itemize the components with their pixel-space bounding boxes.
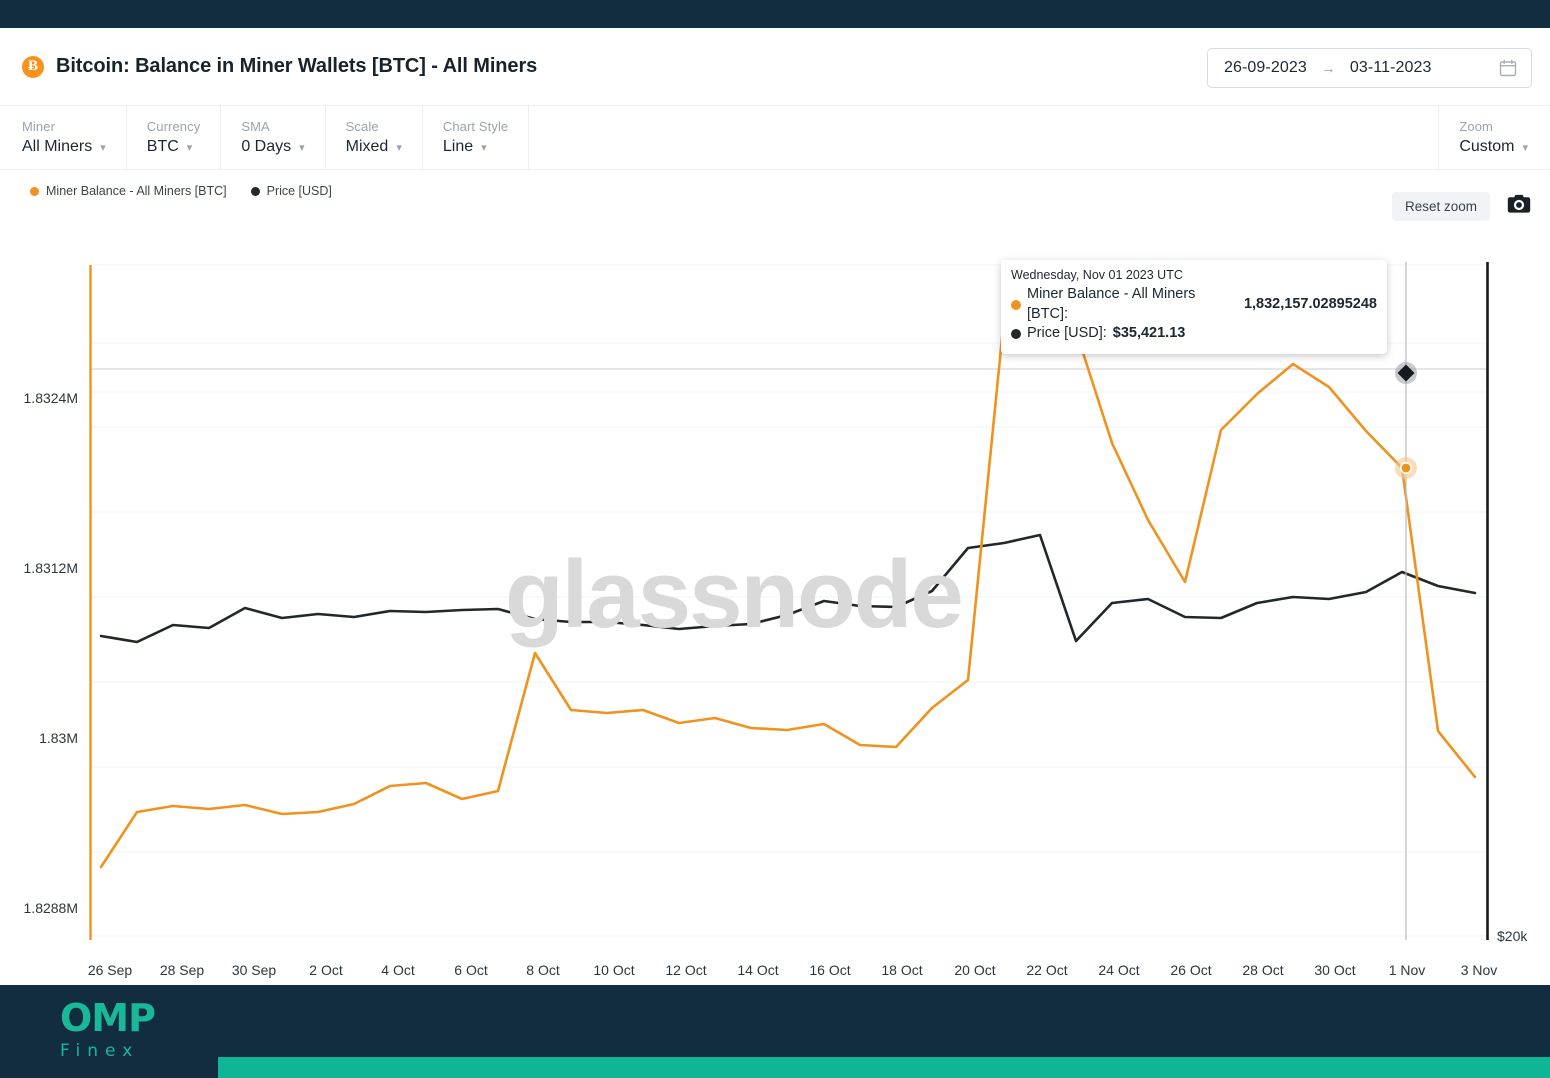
legend-item-miner-balance[interactable]: Miner Balance - All Miners [BTC]: [30, 184, 227, 198]
tooltip-label: Miner Balance - All Miners [BTC]:: [1027, 286, 1196, 322]
tooltip-row-price: Price [USD]: $35,421.13: [1011, 324, 1377, 344]
y-axis-right-tick-label: $20k: [1497, 928, 1528, 944]
logo-secondary-text: Finex: [60, 1041, 140, 1061]
title-group: Ƀ Bitcoin: Balance in Miner Wallets [BTC…: [22, 55, 537, 78]
reset-zoom-button[interactable]: Reset zoom: [1391, 192, 1490, 221]
control-currency-label: Currency: [146, 119, 201, 134]
chevron-down-icon: ▾: [299, 141, 305, 154]
control-sma[interactable]: SMA 0 Days ▾: [221, 106, 326, 169]
y-axis-tick-label: 1.8288M: [23, 900, 78, 916]
bitcoin-icon: Ƀ: [22, 55, 44, 78]
screenshot-button[interactable]: [1506, 192, 1532, 218]
chart-legend: Miner Balance - All Miners [BTC] Price […: [30, 184, 332, 198]
control-currency[interactable]: Currency BTC ▾: [127, 106, 222, 169]
control-zoom[interactable]: Zoom Custom ▾: [1439, 106, 1550, 169]
control-scale-text: Mixed: [345, 138, 389, 155]
chevron-down-icon: ▾: [186, 141, 193, 154]
control-chart-style-value[interactable]: Line ▾: [443, 138, 508, 156]
control-scale[interactable]: Scale Mixed ▾: [326, 106, 423, 169]
legend-label: Price [USD]: [266, 184, 332, 198]
logo-primary-text: OMP: [60, 996, 156, 1040]
tooltip-date: Wednesday, Nov 01 2023 UTC: [1011, 268, 1183, 282]
highlight-marker-price: [1395, 362, 1417, 384]
tooltip-label: Price [USD]:: [1027, 325, 1107, 342]
date-range-arrow-icon: →: [1320, 59, 1336, 77]
legend-toolbar-row: Miner Balance - All Miners [BTC] Price […: [0, 170, 1550, 221]
top-navy-bar: [0, 0, 1550, 28]
control-currency-text: BTC: [146, 138, 179, 155]
app-root: Ƀ Bitcoin: Balance in Miner Wallets [BTC…: [0, 0, 1550, 1078]
legend-label: Miner Balance - All Miners [BTC]: [46, 184, 227, 198]
tooltip-value: 1,832,157.02895248: [1243, 295, 1377, 312]
glassnode-watermark: glassnode: [505, 541, 964, 648]
date-to-value[interactable]: 03-11-2023: [1340, 59, 1442, 77]
legend-color-dot: [250, 186, 260, 196]
controls-spacer: [529, 106, 1440, 169]
control-scale-label: Scale: [345, 119, 379, 134]
legend-color-dot: [30, 186, 39, 196]
date-range-picker[interactable]: 26-09-2023 → 03-11-2023: [1207, 48, 1532, 88]
control-miner-label: Miner: [22, 119, 56, 134]
page-title: Bitcoin: Balance in Miner Wallets [BTC] …: [56, 55, 538, 77]
control-miner-value[interactable]: All Miners ▾: [22, 138, 106, 156]
y-axis-tick-label: 1.8324M: [23, 390, 78, 406]
control-chart-style[interactable]: Chart Style Line ▾: [423, 106, 530, 169]
omp-finex-logo: OMP Finex: [60, 996, 156, 1061]
control-scale-value[interactable]: Mixed ▾: [346, 138, 402, 156]
chart-tooltip: Wednesday, Nov 01 2023 UTC Miner Balance…: [1001, 260, 1387, 354]
control-miner-text: All Miners: [22, 138, 93, 155]
y-axis-tick-label: 1.83M: [39, 730, 78, 746]
highlight-marker-miner-balance: [1395, 457, 1417, 479]
control-sma-text: 0 Days: [241, 138, 292, 155]
tooltip-color-dot: [1011, 328, 1021, 339]
tooltip-value: $35,421.13: [1112, 325, 1186, 342]
control-zoom-value[interactable]: Custom ▾: [1459, 138, 1528, 156]
control-currency-value[interactable]: BTC ▾: [147, 138, 201, 156]
chevron-down-icon: ▾: [1522, 141, 1528, 154]
control-sma-value[interactable]: 0 Days ▾: [241, 138, 304, 156]
calendar-icon[interactable]: [1499, 59, 1517, 77]
control-zoom-label: Zoom: [1459, 119, 1493, 134]
chart-plot-area[interactable]: glassnode Wednesday, Nov 01 2023 UTC Min…: [0, 218, 1550, 985]
x-axis-tick-label: 3 Nov: [1460, 962, 1498, 978]
date-from-value[interactable]: 26-09-2023: [1208, 59, 1317, 77]
legend-item-price[interactable]: Price [USD]: [250, 184, 332, 198]
chevron-down-icon: ▾: [396, 141, 402, 154]
y-axis-tick-label: 1.8312M: [23, 560, 78, 576]
chart-controls-bar: Miner All Miners ▾ Currency BTC ▾ SMA 0 …: [0, 106, 1550, 170]
widget-header: Ƀ Bitcoin: Balance in Miner Wallets [BTC…: [0, 28, 1550, 106]
chevron-down-icon: ▾: [100, 141, 106, 154]
control-chart-style-label: Chart Style: [442, 119, 509, 134]
chevron-down-icon: ▾: [481, 141, 487, 154]
control-miner[interactable]: Miner All Miners ▾: [0, 106, 127, 169]
control-sma-label: SMA: [241, 119, 270, 134]
chart-widget-card: Ƀ Bitcoin: Balance in Miner Wallets [BTC…: [0, 28, 1550, 985]
tooltip-row-miner-balance: Miner Balance - All Miners [BTC]: 1,832,…: [1011, 285, 1377, 324]
control-chart-style-text: Line: [442, 138, 474, 155]
control-zoom-text: Custom: [1459, 138, 1515, 155]
tooltip-color-dot: [1011, 299, 1021, 310]
camera-icon: [1507, 194, 1531, 217]
footer-accent-bar: [218, 1057, 1550, 1078]
